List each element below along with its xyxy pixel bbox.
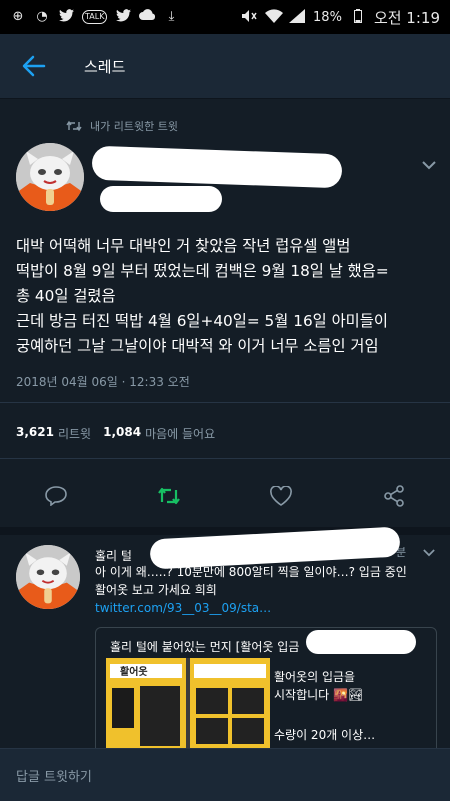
card-image: 활어옷: [106, 658, 270, 753]
divider: [0, 402, 450, 403]
twitter-icon: [115, 9, 131, 25]
redaction: [100, 186, 222, 212]
retweet-button[interactable]: [155, 482, 183, 510]
retweet-count[interactable]: 3,621: [16, 425, 54, 442]
retweet-count-label[interactable]: 리트윗: [58, 425, 91, 442]
share-icon: [384, 485, 404, 507]
talk-icon: TALK: [82, 10, 108, 24]
tweet-line: 궁예하던 그날 그날이야 대박적 와 이거 너무 소름인 거임: [16, 337, 379, 355]
like-count-label[interactable]: 마음에 들어요: [145, 425, 215, 442]
plus-icon: ⊕: [12, 9, 24, 24]
battery-level: 18%: [313, 9, 342, 25]
download-icon: ⤓: [168, 9, 175, 24]
tweet-timestamp: 2018년 04월 06일 · 12:33 오전: [16, 375, 190, 389]
reply-input[interactable]: 답글 트윗하기: [16, 766, 92, 785]
signal-icon: [289, 9, 306, 25]
avatar[interactable]: [16, 545, 80, 609]
card-title: 홀리 털에 붙어있는 먼지 [활어옷 입금: [110, 640, 300, 654]
card-desc-line: 활어옷의 입금을: [274, 670, 356, 684]
app-bar: 스레드: [0, 34, 450, 99]
like-button[interactable]: [267, 482, 295, 510]
redaction: [91, 145, 343, 189]
redaction: [306, 630, 416, 654]
tweet-line: 총 40일 걸렸음: [16, 287, 116, 305]
retweet-icon: [66, 120, 82, 132]
reply-line: 아 이게 왜…..? 10분만에 800알티 찍을 일이야…? 입금 중인: [95, 565, 407, 579]
card-more-text: 수량이 20개 이상…: [274, 728, 376, 742]
reply-author-name[interactable]: 홀리 털: [95, 547, 132, 564]
share-button[interactable]: [380, 482, 408, 510]
tweet-text: 대박 어떡해 너무 대박인 거 찾았음 작년 럽유셀 앨범 떡밥이 8월 9일 …: [16, 234, 444, 359]
back-button[interactable]: [6, 38, 62, 94]
link-card[interactable]: 홀리 털에 붙어있는 먼지 [활어옷 입금 활어옷 활어옷의 입금을 시작합니다…: [95, 627, 437, 754]
retweet-icon: [158, 487, 180, 505]
chevron-down-icon: [422, 160, 436, 169]
mute-icon: [241, 9, 257, 25]
compose-bar[interactable]: 답글 트윗하기: [0, 748, 450, 801]
arrow-left-icon: [22, 55, 46, 77]
chevron-down-icon: [423, 549, 435, 557]
page-title: 스레드: [84, 57, 126, 76]
clock: 오전 1:19: [373, 8, 440, 27]
heart-icon: [270, 486, 292, 506]
like-count[interactable]: 1,084: [103, 425, 141, 442]
wifi-icon: [265, 9, 284, 25]
reply-icon: [45, 486, 67, 506]
card-description: 활어옷의 입금을 시작합니다 🌇🏞: [274, 668, 363, 704]
cloud-icon: [139, 9, 156, 25]
twitter-icon: [58, 9, 74, 25]
reply-line: 활어옷 보고 가세요 희희: [95, 583, 217, 597]
reply-menu-button[interactable]: [421, 545, 437, 561]
battery-icon: [350, 9, 366, 25]
tweet-actions: [0, 472, 450, 520]
card-image-label: 활어옷: [120, 667, 148, 678]
avatar[interactable]: [16, 143, 84, 211]
tweet-line: 근데 방금 터진 떡밥 4월 6일+40일= 5월 16일 아미들이: [16, 312, 388, 330]
reply-link[interactable]: twitter.com/93__03__09/sta…: [95, 599, 435, 617]
tweet-menu-button[interactable]: [421, 157, 437, 173]
reply-button[interactable]: [42, 482, 70, 510]
reply-text: 아 이게 왜…..? 10분만에 800알티 찍을 일이야…? 입금 중인 활어…: [95, 563, 435, 617]
card-desc-line: 시작합니다 🌇🏞: [274, 688, 364, 702]
tweet-line: 떡밥이 8월 9일 부터 떴었는데 컴백은 9월 18일 날 했음=: [16, 262, 389, 280]
retweet-context: 내가 리트윗한 트윗: [66, 118, 178, 134]
divider: [0, 458, 450, 459]
retweet-context-label: 내가 리트윗한 트윗: [90, 120, 178, 133]
status-bar: ⊕ ◔ TALK ⤓ 18% 오전 1:19: [0, 0, 450, 34]
notification-icon: ◔: [36, 9, 48, 24]
tweet-line: 대박 어떡해 너무 대박인 거 찾았음 작년 럽유셀 앨범: [16, 237, 351, 255]
tweet-stats: 3,621 리트윗 1,084 마음에 들어요: [16, 425, 215, 442]
